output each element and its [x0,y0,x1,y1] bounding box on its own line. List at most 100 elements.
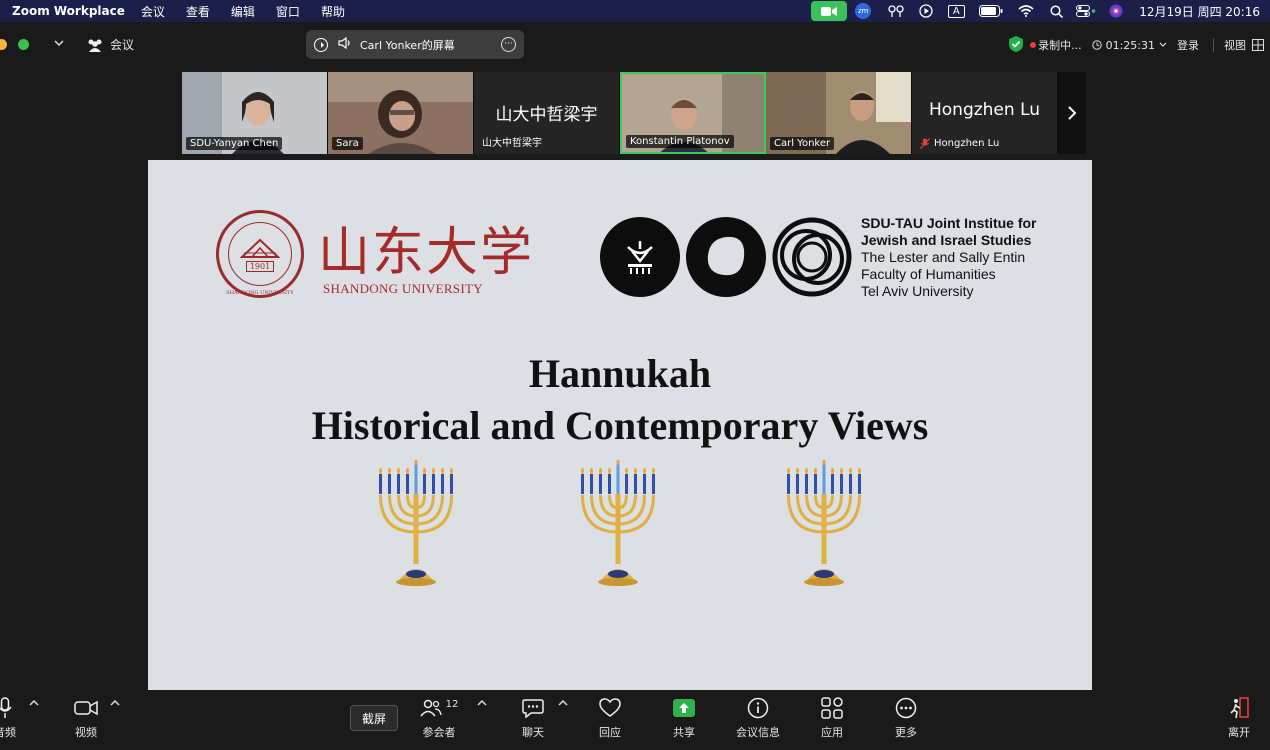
tau-line: Tel Aviv University [861,283,974,299]
leave-button[interactable]: 离开 [1204,696,1270,740]
now-playing-icon[interactable] [911,0,941,22]
battery-icon[interactable] [971,0,1011,22]
heart-icon [599,698,621,717]
meeting-timer[interactable]: 01:25:31 [1091,38,1167,52]
video-camera-icon [74,700,98,716]
meeting-button[interactable]: 会议 [86,36,134,53]
participant-name: Sara [332,137,363,150]
app-menu[interactable]: Zoom Workplace [12,4,125,18]
participant-tile[interactable]: Hongzhen Lu Hongzhen Lu [912,72,1058,154]
apps-icon [821,697,843,719]
window-zoom-button[interactable] [18,39,29,50]
more-icon [895,697,917,719]
share-screen-button[interactable]: 共享 [649,696,719,740]
menu-meeting[interactable]: 会议 [141,3,165,20]
participants-label: 参会者 [422,726,456,739]
clock-icon [1091,40,1102,50]
spotlight-search-icon[interactable] [1041,0,1071,22]
menu-help[interactable]: 帮助 [321,3,345,20]
zoom-top-bar: 会议 Carl Yonker的屏幕 ··· 录制中... 01:25:31 登录… [0,22,1270,68]
people-icon [88,39,102,52]
tau-orbits-icon [772,217,852,297]
wifi-icon[interactable] [1011,0,1041,22]
participant-tile[interactable]: Sara [328,72,474,154]
info-label: 会议信息 [736,726,780,739]
view-label: 视图 [1224,39,1246,52]
chat-label: 聊天 [522,726,544,739]
participant-name-row: Hongzhen Lu [916,137,1003,150]
control-center-icon[interactable] [1071,0,1101,22]
sdu-seal-year: 1901 [245,260,275,272]
more-button[interactable]: 更多 [871,696,941,740]
clock[interactable]: 12月19日 周四 20:16 [1139,3,1260,20]
share-screen-icon [314,37,328,52]
meeting-toolbar: 音频 视频 12 参会者 聊天 回应 共享 会议信息 [0,690,1270,750]
tau-ring-icon [686,217,766,297]
chat-options-chevron-icon[interactable] [558,698,568,709]
share-status-pill[interactable]: Carl Yonker的屏幕 ··· [306,30,524,59]
shared-screen-slide[interactable]: 1901 SHANDONG UNIVERSITY 山东大学 SHANDONG U… [148,160,1092,690]
menorah-icon [377,460,455,588]
view-button[interactable]: 视图 [1224,37,1264,53]
react-button[interactable]: 回应 [575,696,645,740]
slide-title: Hannukah Historical and Contemporary Vie… [148,348,1092,452]
login-button[interactable]: 登录 [1177,37,1199,53]
participant-tile-active[interactable]: Konstantin Platonov [620,72,766,154]
input-source-icon[interactable]: A [941,0,971,22]
sdu-name-chinese: 山东大学 [318,223,535,283]
timer-text: 01:25:31 [1105,38,1155,52]
menorah-icon [785,460,863,588]
participant-tile[interactable]: SDU-Yanyan Chen [182,72,328,154]
sdu-seal-inner: 1901 [228,222,292,286]
security-shield-icon[interactable] [1008,35,1024,56]
share-label: 共享 [673,726,695,739]
participants-count: 12 [445,698,459,710]
microphone-icon [0,697,12,718]
window-minimize-button[interactable] [0,39,7,50]
airpods-icon[interactable] [881,0,911,22]
leave-label: 离开 [1228,726,1250,739]
mountain-icon [240,238,280,258]
participant-name: Konstantin Platonov [626,135,734,148]
participant-name: SDU-Yanyan Chen [186,137,283,150]
speaker-icon[interactable] [338,36,352,52]
divider [1213,38,1214,52]
audio-label: 音频 [0,726,16,739]
participant-display-name: 山大中哲梁宇 [495,105,598,125]
participant-name: Carl Yonker [770,137,835,150]
sdu-seal-ring-text: SHANDONG UNIVERSITY [226,290,294,296]
participants-options-chevron-icon[interactable] [477,698,487,709]
macos-menu-bar: Zoom Workplace 会议 查看 编辑 窗口 帮助 zm A 12月19… [0,0,1270,22]
recording-indicator[interactable]: 录制中... [1030,37,1082,53]
slide-title-line2: Historical and Contemporary Views [311,403,929,448]
participant-display-name: Hongzhen Lu [928,100,1041,120]
siri-icon[interactable] [1101,0,1131,22]
participant-name: Hongzhen Lu [934,138,1000,149]
zoom-status-icon[interactable]: zm [855,3,872,19]
sdu-seal-logo: 1901 SHANDONG UNIVERSITY [216,210,304,298]
participant-tile[interactable]: Carl Yonker [766,72,912,154]
meeting-info-button[interactable]: 会议信息 [723,696,793,740]
next-page-chevron-icon[interactable] [1058,72,1086,154]
window-chevron-icon[interactable] [54,36,64,50]
apps-button[interactable]: 应用 [797,696,867,740]
menorah-icon [579,460,657,588]
share-arrow-icon [673,699,695,717]
menu-edit[interactable]: 编辑 [231,3,255,20]
tau-line: SDU-TAU Joint Institue for [861,215,1037,231]
participants-button[interactable]: 12 参会者 [404,696,474,740]
slide-title-line1: Hannukah [528,351,712,396]
menu-view[interactable]: 查看 [186,3,210,20]
camera-indicator-icon[interactable] [811,1,848,21]
recording-label: 录制中... [1038,39,1082,52]
audio-options-chevron-icon[interactable] [29,698,39,709]
menu-window[interactable]: 窗口 [276,3,300,20]
share-options-icon[interactable]: ··· [501,37,516,52]
more-label: 更多 [895,726,917,739]
sdu-name-english: SHANDONG UNIVERSITY [323,281,483,296]
video-options-chevron-icon[interactable] [110,698,120,709]
chat-bubble-icon [522,699,544,718]
participant-tile[interactable]: 山大中哲梁宇 山大中哲梁宇 [474,72,620,154]
tau-institute-text: SDU-TAU Joint Institue for Jewish and Is… [861,215,1037,300]
screenshot-tooltip: 截屏 [350,705,398,731]
